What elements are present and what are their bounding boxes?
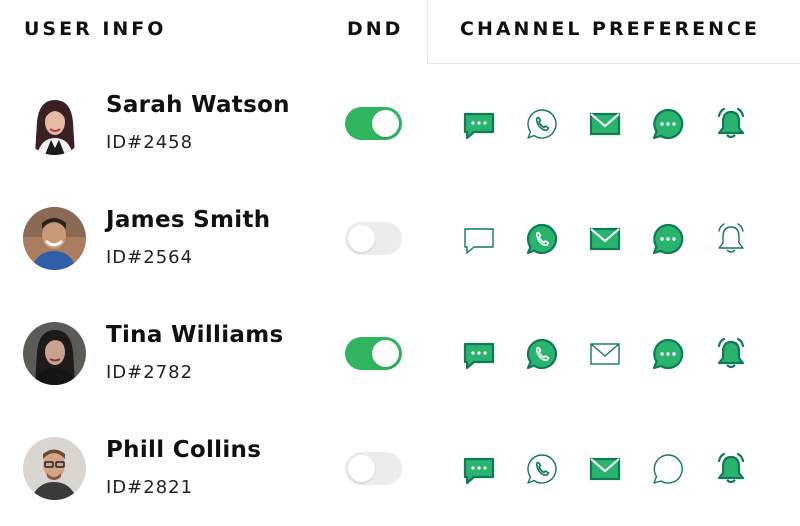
user-name: James Smith	[106, 207, 271, 233]
sms-icon[interactable]	[462, 107, 496, 141]
whatsapp-icon[interactable]	[525, 452, 559, 486]
user-name: Sarah Watson	[106, 92, 290, 118]
avatar-sarah-watson	[23, 92, 86, 155]
user-row: Tina Williams ID#2782	[0, 296, 800, 411]
user-id: ID#2564	[106, 247, 194, 268]
notification-bell-icon[interactable]	[714, 107, 748, 141]
user-name: Phill Collins	[106, 437, 262, 463]
notification-bell-icon[interactable]	[714, 452, 748, 486]
user-row: Phill Collins ID#2821	[0, 411, 800, 526]
whatsapp-icon[interactable]	[525, 337, 559, 371]
sms-icon[interactable]	[462, 222, 496, 256]
whatsapp-icon[interactable]	[525, 222, 559, 256]
toggle-knob	[372, 340, 399, 367]
user-name: Tina Williams	[106, 322, 284, 348]
avatar-james-smith	[23, 207, 86, 270]
user-row: James Smith ID#2564	[0, 181, 800, 296]
avatar-phill-collins	[23, 437, 86, 500]
user-id: ID#2821	[106, 477, 194, 498]
user-id: ID#2458	[106, 132, 194, 153]
chat-icon[interactable]	[651, 452, 685, 486]
channel-preference-header: CHANNEL PREFERENCE	[460, 18, 760, 40]
chat-icon[interactable]	[651, 222, 685, 256]
user-id: ID#2782	[106, 362, 194, 383]
dnd-header: DND	[347, 18, 404, 40]
toggle-knob	[348, 455, 375, 482]
dnd-toggle[interactable]	[345, 452, 402, 485]
notification-bell-icon[interactable]	[714, 337, 748, 371]
email-icon[interactable]	[588, 222, 622, 256]
user-info-header: USER INFO	[24, 18, 167, 40]
email-icon[interactable]	[588, 337, 622, 371]
notification-bell-icon[interactable]	[714, 222, 748, 256]
email-icon[interactable]	[588, 107, 622, 141]
chat-icon[interactable]	[651, 107, 685, 141]
dnd-toggle[interactable]	[345, 337, 402, 370]
sms-icon[interactable]	[462, 337, 496, 371]
sms-icon[interactable]	[462, 452, 496, 486]
avatar-tina-williams	[23, 322, 86, 385]
user-row: Sarah Watson ID#2458	[0, 66, 800, 181]
whatsapp-icon[interactable]	[525, 107, 559, 141]
dnd-toggle[interactable]	[345, 222, 402, 255]
dnd-toggle[interactable]	[345, 107, 402, 140]
toggle-knob	[348, 225, 375, 252]
table-header: USER INFO DND CHANNEL PREFERENCE	[0, 0, 800, 66]
chat-icon[interactable]	[651, 337, 685, 371]
email-icon[interactable]	[588, 452, 622, 486]
toggle-knob	[372, 110, 399, 137]
